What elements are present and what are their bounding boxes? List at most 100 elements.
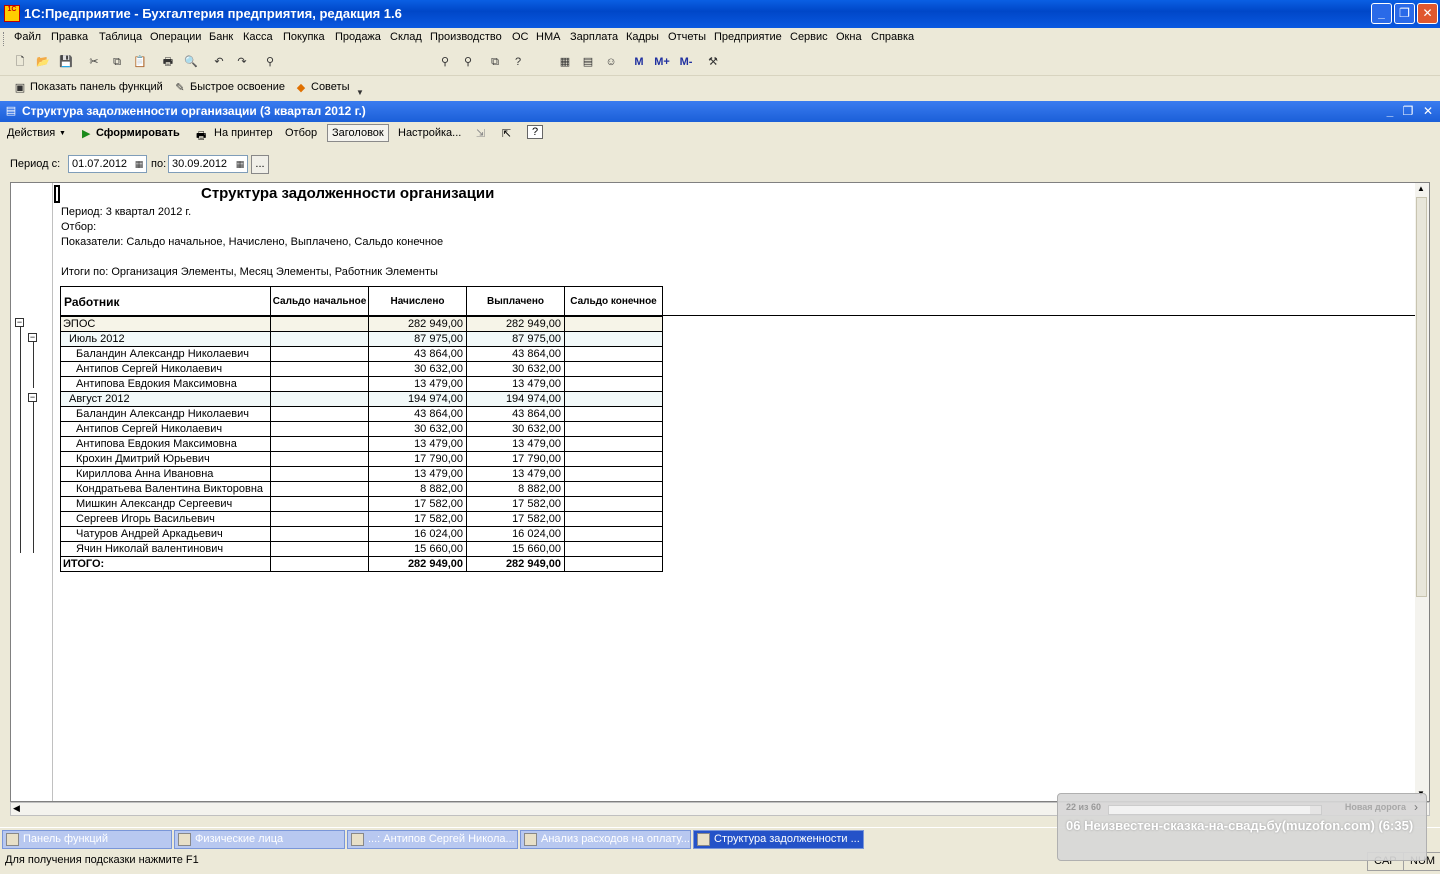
vertical-scrollbar[interactable]: ▲ ▼: [1415, 183, 1429, 801]
task-debt-structure[interactable]: Структура задолженности ...: [693, 830, 864, 849]
collapse-group-icon[interactable]: −: [28, 393, 37, 402]
table-row[interactable]: Крохин Дмитрий Юрьевич 17 790,00 17 790,00: [60, 451, 663, 467]
tips-dropdown-icon[interactable]: ▼: [352, 85, 368, 101]
quick-start-button[interactable]: Быстрое освоение: [190, 81, 285, 93]
help-1c-icon[interactable]: ?: [510, 54, 526, 70]
table-row[interactable]: Мишкин Александр Сергеевич 17 582,00 17 58…: [60, 496, 663, 512]
table-row[interactable]: Антипов Сергей Николаевич 30 632,00 30 632…: [60, 361, 663, 377]
report-sheet[interactable]: − − − Структура задолженности организаци…: [10, 182, 1430, 802]
generate-button[interactable]: Сформировать: [96, 127, 180, 139]
menu-purchase[interactable]: Покупка: [283, 31, 325, 43]
collapse-icon[interactable]: ⇱: [502, 127, 511, 140]
table-row[interactable]: Ячин Николай валентинович 15 660,00 15 660…: [60, 541, 663, 557]
table-row[interactable]: Баландин Александр Николаевич 43 864,00 43…: [60, 346, 663, 362]
menu-reports[interactable]: Отчеты: [668, 31, 706, 43]
task-functions-panel[interactable]: Панель функций: [2, 830, 172, 849]
media-player-popup[interactable]: 22 из 60 Новая дорога › 06 Неизвестен-ск…: [1057, 793, 1427, 861]
menu-help[interactable]: Справка: [871, 31, 914, 43]
menu-salary[interactable]: Зарплата: [570, 31, 618, 43]
scroll-thumb[interactable]: [1416, 197, 1427, 597]
filter-button[interactable]: Отбор: [285, 127, 317, 139]
settings-button[interactable]: Настройка...: [398, 127, 461, 139]
table-row[interactable]: Антипова Евдокия Максимовна 13 479,00 13 4…: [60, 376, 663, 392]
next-icon[interactable]: ›: [1414, 800, 1418, 814]
menu-edit[interactable]: Правка: [51, 31, 88, 43]
collapse-group-icon[interactable]: −: [28, 333, 37, 342]
close-button[interactable]: ✕: [1417, 3, 1438, 24]
calculator-icon[interactable]: ▦: [557, 54, 573, 70]
restore-button[interactable]: ❐: [1394, 3, 1415, 24]
find-icon[interactable]: ⚲: [262, 54, 278, 70]
group-row[interactable]: ЭПОС 282 949,00 282 949,00: [60, 316, 663, 332]
menu-os[interactable]: ОС: [512, 31, 529, 43]
table-row[interactable]: Баландин Александр Николаевич 43 864,00 43…: [60, 406, 663, 422]
table-row[interactable]: Антипов Сергей Николаевич 30 632,00 30 632…: [60, 421, 663, 437]
show-panel-button[interactable]: Показать панель функций: [30, 81, 163, 93]
total-row[interactable]: ИТОГО: 282 949,00 282 949,00: [60, 556, 663, 572]
redo-icon[interactable]: ↷: [234, 54, 250, 70]
undo-icon[interactable]: ↶: [211, 54, 227, 70]
child-minimize-button[interactable]: _: [1383, 104, 1397, 118]
menu-file[interactable]: Файл: [14, 31, 41, 43]
save-icon[interactable]: 💾: [58, 54, 74, 70]
scroll-up-icon[interactable]: ▲: [1417, 184, 1425, 193]
find-prev-icon[interactable]: ⚲: [460, 54, 476, 70]
preview-icon[interactable]: 🔍: [183, 54, 199, 70]
user-icon[interactable]: ☺: [603, 54, 619, 70]
period-from-field[interactable]: 01.07.2012 ▦: [68, 155, 147, 173]
print-button[interactable]: На принтер: [214, 127, 273, 139]
group-row[interactable]: Август 2012 194 974,00 194 974,00: [60, 391, 663, 407]
period-to-field[interactable]: 30.09.2012 ▦: [168, 155, 248, 173]
calendar-icon[interactable]: ▦: [234, 157, 246, 171]
table-row[interactable]: Чатуров Андрей Аркадьевич 16 024,00 16 024…: [60, 526, 663, 542]
menu-cash[interactable]: Касса: [243, 31, 273, 43]
header-toggle-button[interactable]: Заголовок: [327, 124, 389, 142]
menu-service[interactable]: Сервис: [790, 31, 828, 43]
copy-icon[interactable]: ⧉: [109, 54, 125, 70]
calendar-icon[interactable]: ▤: [580, 54, 596, 70]
menu-nma[interactable]: НМА: [536, 31, 560, 43]
table-row[interactable]: Кириллова Анна Ивановна 13 479,00 13 479,0…: [60, 466, 663, 482]
actions-menu[interactable]: Действия: [7, 127, 55, 139]
menu-hr[interactable]: Кадры: [626, 31, 659, 43]
task-individuals[interactable]: Физические лица: [174, 830, 345, 849]
open-folder-icon[interactable]: 📂: [35, 54, 51, 70]
menu-warehouse[interactable]: Склад: [390, 31, 422, 43]
cell-saldo-start: [270, 361, 369, 377]
cell-worker: Кириллова Анна Ивановна: [60, 466, 271, 482]
child-close-button[interactable]: ✕: [1421, 104, 1435, 118]
new-document-icon[interactable]: 🗋: [12, 54, 28, 70]
print-icon[interactable]: 🖶: [160, 54, 176, 70]
menu-bank[interactable]: Банк: [209, 31, 233, 43]
tools-icon[interactable]: ⚒: [705, 54, 721, 70]
expand-icon[interactable]: ⇲: [476, 127, 485, 140]
menu-enterprise[interactable]: Предприятие: [714, 31, 782, 43]
memory-button[interactable]: M: [631, 54, 647, 70]
table-row[interactable]: Сергеев Игорь Васильевич 17 582,00 17 582,…: [60, 511, 663, 527]
table-row[interactable]: Антипова Евдокия Максимовна 13 479,00 13 4…: [60, 436, 663, 452]
child-restore-button[interactable]: ❐: [1401, 104, 1415, 118]
task-expense-analysis[interactable]: Анализ расходов на оплату...: [520, 830, 691, 849]
scroll-left-icon[interactable]: ◀: [13, 803, 20, 814]
windows-icon[interactable]: ⧉: [487, 54, 503, 70]
memory-minus-button[interactable]: M-: [676, 54, 696, 70]
menu-sale[interactable]: Продажа: [335, 31, 381, 43]
calendar-icon[interactable]: ▦: [133, 157, 145, 171]
menu-windows[interactable]: Окна: [836, 31, 862, 43]
minimize-button[interactable]: _: [1371, 3, 1392, 24]
paste-icon[interactable]: 📋: [132, 54, 148, 70]
task-antipov[interactable]: ...: Антипов Сергей Никола...: [347, 830, 518, 849]
collapse-group-icon[interactable]: −: [15, 318, 24, 327]
period-select-button[interactable]: ...: [251, 155, 269, 174]
group-row[interactable]: Июль 2012 87 975,00 87 975,00: [60, 331, 663, 347]
help-button[interactable]: ?: [527, 125, 544, 139]
table-row[interactable]: Кондратьева Валентина Викторовна 8 882,00…: [60, 481, 663, 497]
menu-operations[interactable]: Операции: [150, 31, 201, 43]
menu-table[interactable]: Таблица: [99, 31, 142, 43]
find-next-icon[interactable]: ⚲: [437, 54, 453, 70]
menu-production[interactable]: Производство: [430, 31, 502, 43]
tips-button[interactable]: Советы: [311, 81, 349, 93]
actions-dropdown-icon[interactable]: ▼: [59, 130, 66, 137]
cut-icon[interactable]: ✂: [86, 54, 102, 70]
memory-plus-button[interactable]: M+: [652, 54, 672, 70]
